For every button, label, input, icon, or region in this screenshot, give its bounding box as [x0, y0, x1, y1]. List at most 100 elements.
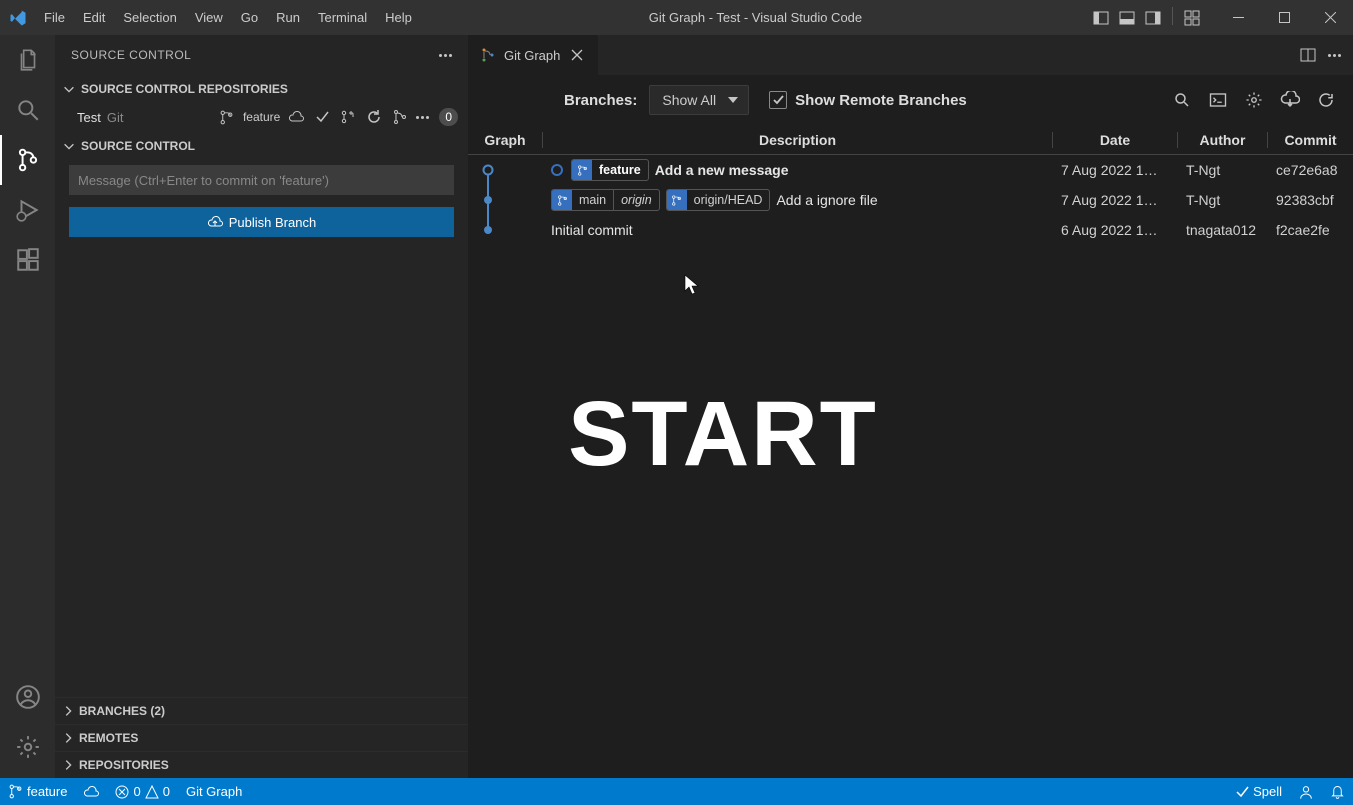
table-body: featureAdd a new message7 Aug 2022 1…T-N…: [468, 155, 1353, 245]
extensions-icon[interactable]: [0, 235, 55, 285]
customize-layout-icon[interactable]: [1181, 7, 1203, 29]
menu-run[interactable]: Run: [267, 0, 309, 35]
commit-checkmark-icon[interactable]: [312, 107, 332, 127]
branches-select[interactable]: Show All: [649, 85, 749, 115]
repo-type: Git: [107, 110, 124, 125]
search-icon[interactable]: [0, 85, 55, 135]
more-icon[interactable]: [1328, 54, 1341, 57]
remote-label: Show Remote Branches: [795, 92, 967, 109]
branch-icon: [572, 160, 592, 180]
explorer-icon[interactable]: [0, 35, 55, 85]
show-remote-checkbox[interactable]: Show Remote Branches: [769, 91, 967, 109]
close-icon[interactable]: [568, 46, 586, 64]
maximize-button[interactable]: [1261, 0, 1307, 35]
sidebar-title-text: SOURCE CONTROL: [71, 48, 191, 62]
commit-hash: 92383cbf: [1268, 192, 1353, 208]
fetch-icon[interactable]: [1279, 89, 1301, 111]
col-author[interactable]: Author: [1178, 132, 1268, 148]
commit-row[interactable]: mainoriginorigin/HEADAdd a ignore file7 …: [468, 185, 1353, 215]
activity-bar: [0, 35, 55, 778]
branches-value: Show All: [662, 92, 716, 108]
publish-label: Publish Branch: [229, 215, 316, 230]
git-graph-actions: [1171, 89, 1337, 111]
commit-hash: f2cae2fe: [1268, 222, 1353, 238]
tab-git-graph[interactable]: Git Graph: [468, 35, 599, 75]
commit-message-input[interactable]: [69, 165, 454, 195]
create-pr-icon[interactable]: [338, 107, 358, 127]
menu-file[interactable]: File: [35, 0, 74, 35]
status-spell[interactable]: Spell: [1227, 778, 1290, 805]
cloud-publish-icon[interactable]: [286, 107, 306, 127]
status-problems[interactable]: 0 0: [107, 778, 177, 805]
refresh-icon[interactable]: [364, 107, 384, 127]
menu-edit[interactable]: Edit: [74, 0, 114, 35]
publish-branch-button[interactable]: Publish Branch: [69, 207, 454, 237]
menu-view[interactable]: View: [186, 0, 232, 35]
close-button[interactable]: [1307, 0, 1353, 35]
commit-date: 7 Aug 2022 1…: [1053, 162, 1178, 178]
chevron-down-icon: [61, 139, 77, 153]
graph-visualization: [468, 155, 543, 245]
scm-section-header[interactable]: SOURCE CONTROL: [55, 132, 468, 159]
branch-tag[interactable]: feature: [571, 159, 649, 181]
git-graph-tab-icon: [480, 47, 496, 63]
split-editor-icon[interactable]: [1300, 47, 1316, 63]
search-icon[interactable]: [1171, 89, 1193, 111]
minimize-button[interactable]: [1215, 0, 1261, 35]
git-graph-icon[interactable]: [390, 107, 410, 127]
settings-gear-icon[interactable]: [0, 722, 55, 772]
vscode-icon: [0, 9, 35, 27]
refresh-icon[interactable]: [1315, 89, 1337, 111]
run-debug-icon[interactable]: [0, 185, 55, 235]
status-sync[interactable]: [75, 778, 107, 805]
branches-section[interactable]: BRANCHES (2): [55, 697, 468, 724]
head-indicator-icon: [551, 164, 563, 176]
branch-name: origin/HEAD: [687, 190, 770, 210]
status-branch[interactable]: feature: [0, 778, 75, 805]
menu-terminal[interactable]: Terminal: [309, 0, 376, 35]
col-date[interactable]: Date: [1053, 132, 1178, 148]
tabs-bar: Git Graph: [468, 35, 1353, 75]
section-label: SOURCE CONTROL REPOSITORIES: [81, 82, 288, 96]
commit-date: 6 Aug 2022 1…: [1053, 222, 1178, 238]
git-graph-table: Graph Description Date Author Commit fea…: [468, 125, 1353, 245]
col-description[interactable]: Description: [543, 132, 1053, 148]
editor-area: Git Graph Branches: Show All Show Remote…: [468, 35, 1353, 778]
status-feedback-icon[interactable]: [1290, 778, 1322, 805]
gear-icon[interactable]: [1243, 89, 1265, 111]
layout-panel-icon[interactable]: [1116, 7, 1138, 29]
col-graph[interactable]: Graph: [468, 132, 543, 148]
layout-sidebar-left-icon[interactable]: [1090, 7, 1112, 29]
source-control-icon[interactable]: [0, 135, 55, 185]
tab-label: Git Graph: [504, 48, 560, 63]
status-bell-icon[interactable]: [1322, 778, 1353, 805]
col-commit[interactable]: Commit: [1268, 132, 1353, 148]
commit-row[interactable]: featureAdd a new message7 Aug 2022 1…T-N…: [468, 155, 1353, 185]
spell-label: Spell: [1253, 784, 1282, 799]
menu-selection[interactable]: Selection: [114, 0, 185, 35]
changes-badge: 0: [439, 108, 458, 126]
more-actions-icon[interactable]: [439, 54, 452, 57]
repositories-section-header[interactable]: SOURCE CONTROL REPOSITORIES: [55, 75, 468, 102]
terminal-icon[interactable]: [1207, 89, 1229, 111]
menu-help[interactable]: Help: [376, 0, 421, 35]
branch-icon: [552, 190, 572, 210]
branches-label: Branches:: [564, 92, 637, 109]
status-git-graph[interactable]: Git Graph: [178, 778, 250, 805]
commit-row[interactable]: Initial commit6 Aug 2022 1…tnagata012f2c…: [468, 215, 1353, 245]
git-branch-icon[interactable]: [217, 107, 237, 127]
chevron-down-icon: [61, 82, 77, 96]
branch-tag[interactable]: mainorigin: [551, 189, 660, 211]
layout-sidebar-right-icon[interactable]: [1142, 7, 1164, 29]
commit-message: Initial commit: [551, 222, 633, 238]
chevron-right-icon: [61, 758, 75, 772]
menu-go[interactable]: Go: [232, 0, 267, 35]
accounts-icon[interactable]: [0, 672, 55, 722]
more-icon[interactable]: [416, 116, 429, 119]
repositories-section[interactable]: REPOSITORIES: [55, 751, 468, 778]
branch-tag[interactable]: origin/HEAD: [666, 189, 771, 211]
remotes-section[interactable]: REMOTES: [55, 724, 468, 751]
repository-row[interactable]: Test Git feature 0: [55, 102, 468, 132]
cursor-icon: [684, 274, 700, 296]
git-graph-toolbar: Branches: Show All Show Remote Branches: [468, 75, 1353, 125]
